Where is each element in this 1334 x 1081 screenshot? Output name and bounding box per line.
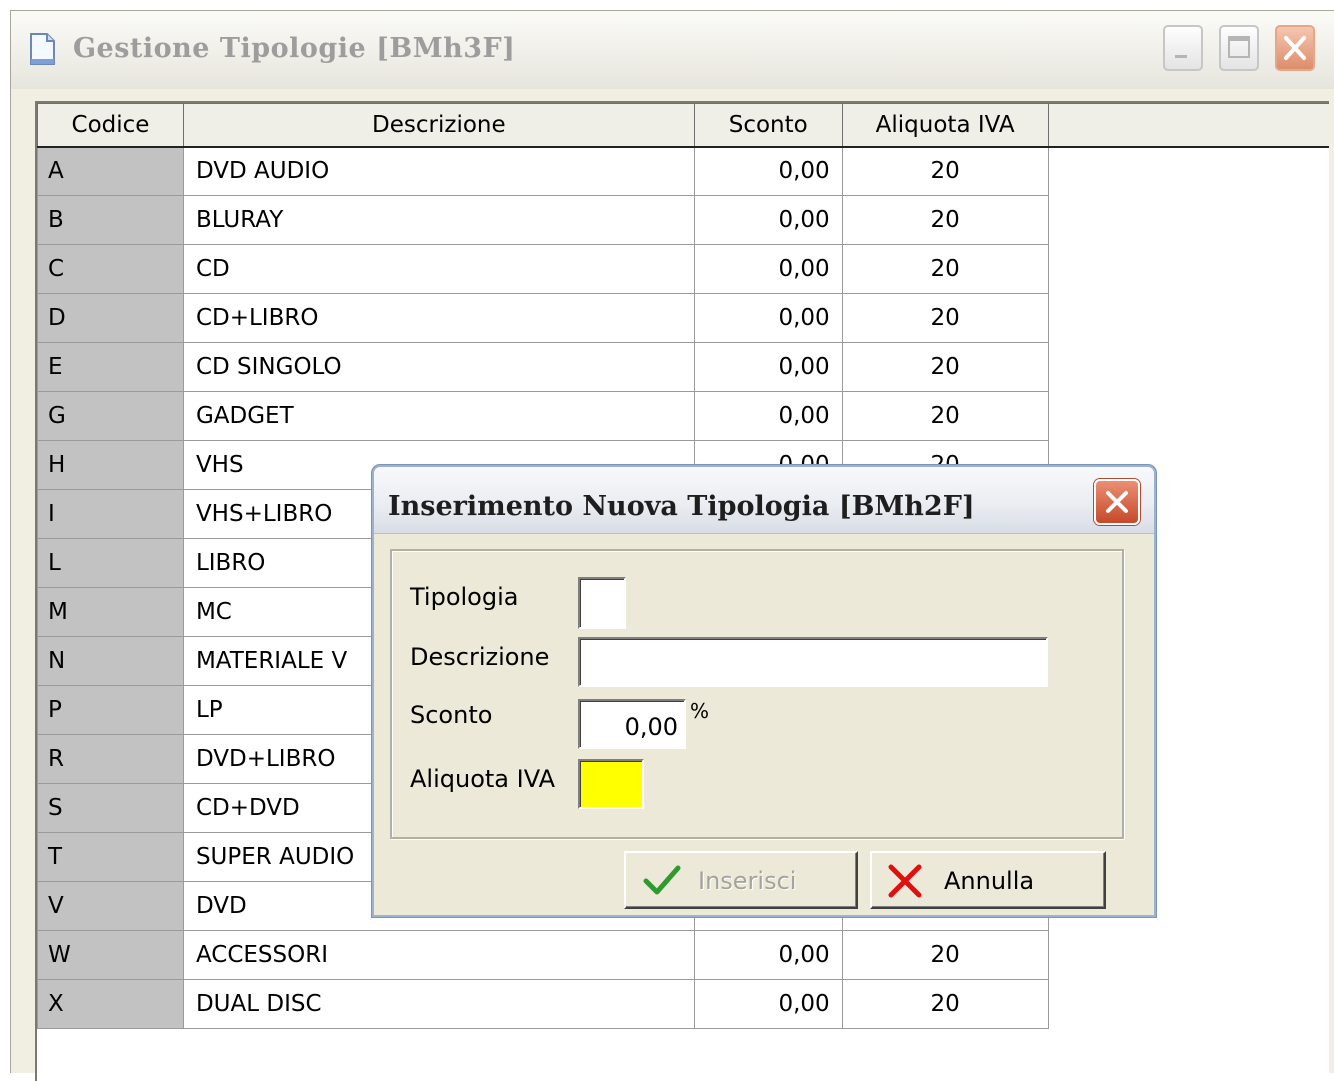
descrizione-cell[interactable]: GADGET xyxy=(182,391,695,441)
aliquota-iva-cell[interactable]: 20 xyxy=(841,293,1049,343)
column-header-empty xyxy=(1047,103,1329,148)
sconto-cell[interactable]: 0,00 xyxy=(693,391,843,441)
codice-cell[interactable]: B xyxy=(37,195,184,245)
codice-cell[interactable]: S xyxy=(37,783,184,833)
codice-cell[interactable]: E xyxy=(37,342,184,392)
sconto-label: Sconto xyxy=(410,701,493,729)
table-row[interactable]: D CD+LIBRO 0,00 20 xyxy=(37,293,1330,343)
grid-header-row: Codice Descrizione Sconto Aliquota IVA xyxy=(37,103,1329,148)
codice-cell[interactable]: I xyxy=(37,489,184,539)
codice-cell[interactable]: L xyxy=(37,538,184,588)
column-header-aliquota-iva[interactable]: Aliquota IVA xyxy=(841,103,1049,148)
aliquota-iva-input[interactable] xyxy=(578,759,644,809)
column-header-sconto[interactable]: Sconto xyxy=(693,103,843,148)
aliquota-iva-cell[interactable]: 20 xyxy=(841,391,1049,441)
minimize-button[interactable] xyxy=(1163,25,1203,71)
check-icon xyxy=(642,863,682,903)
descrizione-cell[interactable]: DUAL DISC xyxy=(182,979,695,1029)
sconto-cell[interactable]: 0,00 xyxy=(693,146,843,196)
document-icon xyxy=(29,33,55,65)
codice-cell[interactable]: R xyxy=(37,734,184,784)
annulla-button[interactable]: Annulla xyxy=(870,851,1106,909)
minimize-icon xyxy=(1175,55,1187,58)
codice-cell[interactable]: A xyxy=(37,146,184,196)
descrizione-cell[interactable]: CD SINGOLO xyxy=(182,342,695,392)
aliquota-iva-cell[interactable]: 20 xyxy=(841,244,1049,294)
column-header-codice[interactable]: Codice xyxy=(37,103,184,148)
dialog-titlebar[interactable]: Inserimento Nuova Tipologia [BMh2F] xyxy=(374,467,1154,534)
tipologia-label: Tipologia xyxy=(410,583,519,611)
codice-cell[interactable]: D xyxy=(37,293,184,343)
codice-cell[interactable]: V xyxy=(37,881,184,931)
new-tipologia-dialog: Inserimento Nuova Tipologia [BMh2F] Tipo… xyxy=(372,465,1156,917)
close-icon xyxy=(1284,36,1306,60)
window-title: Gestione Tipologie [BMh3F] xyxy=(73,33,516,64)
aliquota-iva-label: Aliquota IVA xyxy=(410,765,556,793)
dialog-title: Inserimento Nuova Tipologia [BMh2F] xyxy=(388,491,975,522)
dialog-fields-panel: Tipologia Descrizione Sconto % Aliquota … xyxy=(390,549,1124,839)
table-row[interactable]: X DUAL DISC 0,00 20 xyxy=(37,979,1330,1029)
sconto-cell[interactable]: 0,00 xyxy=(693,244,843,294)
sconto-cell[interactable]: 0,00 xyxy=(693,342,843,392)
annulla-label: Annulla xyxy=(944,867,1035,895)
codice-cell[interactable]: X xyxy=(37,979,184,1029)
sconto-cell[interactable]: 0,00 xyxy=(693,293,843,343)
main-titlebar[interactable]: Gestione Tipologie [BMh3F] xyxy=(11,11,1334,89)
inserisci-button[interactable]: Inserisci xyxy=(624,851,858,909)
aliquota-iva-cell[interactable]: 20 xyxy=(841,146,1049,196)
aliquota-iva-cell[interactable]: 20 xyxy=(841,930,1049,980)
descrizione-label: Descrizione xyxy=(410,643,550,671)
codice-cell[interactable]: C xyxy=(37,244,184,294)
table-row[interactable]: E CD SINGOLO 0,00 20 xyxy=(37,342,1330,392)
codice-cell[interactable]: N xyxy=(37,636,184,686)
inserisci-label: Inserisci xyxy=(698,867,797,895)
close-icon xyxy=(1106,491,1128,513)
tipologia-input[interactable] xyxy=(578,577,626,629)
codice-cell[interactable]: M xyxy=(37,587,184,637)
codice-cell[interactable]: W xyxy=(37,930,184,980)
maximize-button[interactable] xyxy=(1219,25,1259,71)
descrizione-cell[interactable]: DVD AUDIO xyxy=(182,146,695,196)
dialog-close-button[interactable] xyxy=(1094,479,1140,525)
table-row[interactable]: A DVD AUDIO 0,00 20 xyxy=(37,146,1330,196)
descrizione-input[interactable] xyxy=(578,637,1048,687)
descrizione-cell[interactable]: ACCESSORI xyxy=(182,930,695,980)
codice-cell[interactable]: T xyxy=(37,832,184,882)
aliquota-iva-cell[interactable]: 20 xyxy=(841,979,1049,1029)
descrizione-cell[interactable]: CD xyxy=(182,244,695,294)
sconto-cell[interactable]: 0,00 xyxy=(693,930,843,980)
table-row[interactable]: W ACCESSORI 0,00 20 xyxy=(37,930,1330,980)
descrizione-cell[interactable]: CD+LIBRO xyxy=(182,293,695,343)
column-header-descrizione[interactable]: Descrizione xyxy=(182,103,695,148)
sconto-cell[interactable]: 0,00 xyxy=(693,979,843,1029)
table-row[interactable]: G GADGET 0,00 20 xyxy=(37,391,1330,441)
cancel-x-icon xyxy=(886,863,924,905)
maximize-icon xyxy=(1228,36,1250,58)
table-row[interactable]: C CD 0,00 20 xyxy=(37,244,1330,294)
percent-sign: % xyxy=(690,699,710,723)
table-row[interactable]: B BLURAY 0,00 20 xyxy=(37,195,1330,245)
descrizione-cell[interactable]: BLURAY xyxy=(182,195,695,245)
sconto-input[interactable] xyxy=(578,699,686,749)
aliquota-iva-cell[interactable]: 20 xyxy=(841,342,1049,392)
codice-cell[interactable]: H xyxy=(37,440,184,490)
sconto-cell[interactable]: 0,00 xyxy=(693,195,843,245)
codice-cell[interactable]: P xyxy=(37,685,184,735)
codice-cell[interactable]: G xyxy=(37,391,184,441)
aliquota-iva-cell[interactable]: 20 xyxy=(841,195,1049,245)
close-button[interactable] xyxy=(1275,25,1315,71)
